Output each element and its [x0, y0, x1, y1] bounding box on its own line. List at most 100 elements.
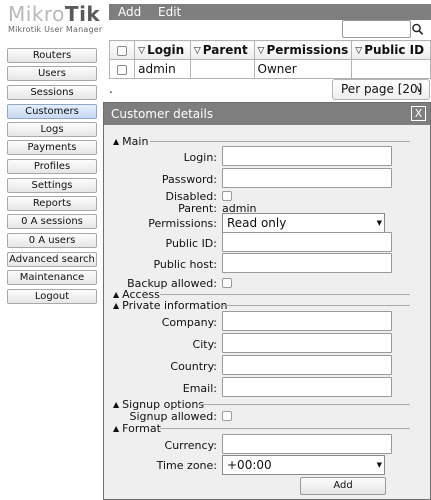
- per-page-label: Per page [20]: [341, 82, 423, 96]
- logo-brand-light: Mikro: [8, 2, 65, 26]
- section-divider: [160, 428, 410, 429]
- cell-public-id[interactable]: [351, 59, 431, 79]
- company-label: Company:: [161, 316, 217, 329]
- search-button[interactable]: [411, 20, 424, 38]
- column-header-public-id[interactable]: ▽ Public ID: [351, 40, 431, 60]
- company-field[interactable]: [222, 311, 392, 331]
- time-zone-select[interactable]: +00:00 ▼: [222, 455, 385, 475]
- public-host-label: Public host:: [153, 258, 217, 271]
- section-main[interactable]: ▲ Main: [113, 135, 148, 148]
- dialog-titlebar[interactable]: Customer details X: [104, 103, 430, 125]
- sidebar-item-logs[interactable]: Logs: [7, 122, 97, 137]
- sidebar-item-profiles[interactable]: Profiles: [7, 159, 97, 174]
- column-label-public-id: Public ID: [364, 43, 425, 57]
- section-divider: [150, 141, 410, 142]
- public-id-field[interactable]: [222, 232, 392, 252]
- cell-permissions[interactable]: Owner: [253, 59, 353, 79]
- country-field[interactable]: [222, 355, 392, 375]
- edit-button[interactable]: Edit: [158, 4, 181, 20]
- currency-field[interactable]: [222, 434, 392, 454]
- triangle-up-icon: ▲: [113, 137, 120, 146]
- disabled-checkbox[interactable]: [222, 191, 232, 201]
- select-all-header[interactable]: [108, 40, 136, 60]
- city-label: City:: [192, 338, 217, 351]
- sidebar-item-reports[interactable]: Reports: [7, 196, 97, 211]
- triangle-up-icon: ▲: [113, 424, 120, 433]
- section-private-label: Private information: [122, 299, 228, 312]
- city-field[interactable]: [222, 333, 392, 353]
- password-label: Password:: [161, 173, 217, 186]
- currency-label: Currency:: [164, 439, 217, 452]
- signup-allowed-checkbox[interactable]: [222, 411, 232, 421]
- section-format-label: Format: [122, 422, 161, 435]
- sidebar-item-0-a-users[interactable]: 0 A users: [7, 233, 97, 248]
- chevron-down-icon: ∨: [415, 84, 423, 95]
- column-label-permissions: Permissions: [266, 43, 349, 57]
- country-label: Country:: [170, 360, 217, 373]
- select-all-checkbox[interactable]: [117, 45, 128, 56]
- logo-text: MikroTik: [8, 2, 102, 26]
- sidebar-item-settings[interactable]: Settings: [7, 178, 97, 193]
- logo: MikroTik Mikrotik User Manager: [8, 2, 102, 34]
- logo-subtitle: Mikrotik User Manager: [8, 25, 103, 34]
- password-field[interactable]: [222, 168, 392, 188]
- sidebar-item-routers[interactable]: Routers: [7, 48, 97, 63]
- row-checkbox[interactable]: [117, 64, 128, 75]
- sidebar-item-customers[interactable]: Customers: [7, 104, 97, 119]
- left-panel: MikroTik Mikrotik User Manager Routers Us…: [0, 0, 104, 500]
- sort-triangle-icon: ▽: [355, 46, 363, 56]
- email-field[interactable]: [222, 377, 392, 397]
- section-private-information[interactable]: ▲ Private information: [113, 299, 228, 312]
- permissions-label: Permissions:: [148, 217, 217, 230]
- sidebar-item-sessions[interactable]: Sessions: [7, 85, 97, 100]
- search-input[interactable]: [342, 20, 411, 38]
- dialog-add-button[interactable]: Add: [300, 477, 386, 495]
- dropdown-arrow-icon: ▼: [376, 461, 382, 469]
- public-id-label: Public ID:: [165, 237, 217, 250]
- per-page-select[interactable]: Per page [20] ∨: [332, 79, 430, 100]
- cell-login[interactable]: admin: [134, 59, 191, 79]
- column-header-parent[interactable]: ▽ Parent: [189, 40, 255, 60]
- section-divider: [219, 305, 410, 306]
- toolbar: Add Edit: [109, 4, 431, 20]
- sidebar-item-advanced-search[interactable]: Advanced search: [7, 252, 97, 267]
- section-main-label: Main: [122, 135, 149, 148]
- table-header-row: ▽ Login ▽ Parent ▽ Permissions ▽ Public ID: [108, 40, 431, 60]
- backup-allowed-checkbox[interactable]: [222, 278, 232, 288]
- column-label-login: Login: [147, 43, 185, 57]
- section-divider: [197, 404, 410, 405]
- triangle-up-icon: ▲: [113, 301, 120, 310]
- section-divider: [160, 294, 410, 295]
- cell-parent[interactable]: [189, 59, 255, 79]
- sidebar-item-0-a-sessions[interactable]: 0 A sessions: [7, 214, 97, 229]
- sidebar-item-payments[interactable]: Payments: [7, 140, 97, 155]
- dropdown-arrow-icon: ▼: [376, 219, 382, 227]
- table-row[interactable]: admin Owner: [108, 59, 431, 79]
- sidebar-item-users[interactable]: Users: [7, 66, 97, 81]
- permissions-select[interactable]: Read only ▼: [222, 213, 385, 233]
- triangle-up-icon: ▲: [113, 400, 120, 409]
- time-zone-value: +00:00: [227, 458, 272, 472]
- login-label: Login:: [183, 151, 217, 164]
- row-select-cell[interactable]: [108, 59, 136, 79]
- search-icon: [412, 23, 424, 35]
- dialog-title: Customer details: [111, 107, 214, 121]
- sort-triangle-icon: ▽: [193, 46, 201, 56]
- public-host-field[interactable]: [222, 253, 392, 273]
- time-zone-label: Time zone:: [156, 459, 217, 472]
- add-button[interactable]: Add: [118, 4, 141, 20]
- column-header-login[interactable]: ▽ Login: [134, 40, 191, 60]
- sort-triangle-icon: ▽: [138, 46, 146, 56]
- close-button[interactable]: X: [411, 106, 426, 121]
- list-footer-dot: .: [109, 82, 113, 96]
- triangle-up-icon: ▲: [113, 290, 120, 299]
- logo-brand-bold: Tik: [64, 2, 101, 26]
- sidebar-item-logout[interactable]: Logout: [7, 289, 97, 304]
- login-field[interactable]: [222, 146, 392, 166]
- customers-table: ▽ Login ▽ Parent ▽ Permissions ▽ Public ID a…: [108, 40, 431, 79]
- section-format[interactable]: ▲ Format: [113, 422, 161, 435]
- column-header-permissions[interactable]: ▽ Permissions: [253, 40, 353, 60]
- email-label: Email:: [182, 382, 217, 395]
- sidebar-item-maintenance[interactable]: Maintenance: [7, 270, 97, 285]
- parent-label: Parent:: [178, 202, 217, 215]
